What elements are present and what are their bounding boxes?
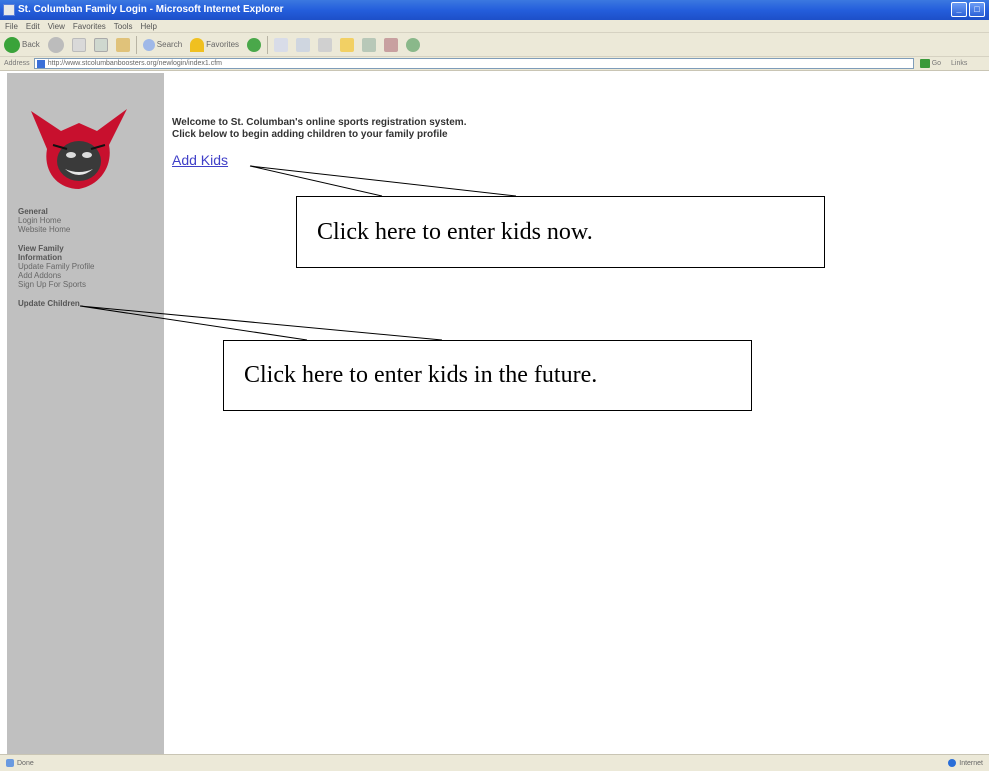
window-title: St. Columban Family Login - Microsoft In…: [18, 4, 284, 15]
address-bar: Address http://www.stcolumbanboosters.or…: [0, 57, 989, 71]
globe-icon: [948, 759, 957, 767]
page-done-icon: [6, 759, 14, 767]
status-text: Done: [17, 759, 34, 767]
history-icon: [274, 37, 289, 52]
menu-tools[interactable]: Tools: [114, 20, 133, 32]
address-label: Address: [4, 60, 30, 67]
print-button[interactable]: [316, 35, 334, 55]
home-button[interactable]: [114, 35, 132, 55]
forward-button[interactable]: [46, 35, 66, 55]
add-kids-link[interactable]: Add Kids: [172, 152, 228, 168]
maximize-button[interactable]: □: [969, 2, 985, 17]
security-zone: Internet: [948, 759, 983, 767]
menu-view[interactable]: View: [48, 20, 65, 32]
nav-add-addons[interactable]: Add Addons: [18, 271, 94, 280]
nav-heading-update-children[interactable]: Update Children: [18, 299, 94, 308]
star-icon: [190, 37, 205, 52]
nav-heading-family: View Family Information: [18, 244, 64, 262]
refresh-icon: [93, 37, 108, 52]
print-icon: [318, 37, 333, 52]
favorites-button[interactable]: Favorites: [188, 35, 241, 55]
refresh-button[interactable]: [92, 35, 110, 55]
back-arrow-icon: [4, 36, 20, 53]
sidebar-nav: General Login Home Website Home View Fam…: [18, 207, 94, 308]
sidebar: General Login Home Website Home View Fam…: [7, 73, 164, 754]
toolbar-separator: [267, 35, 269, 54]
stop-icon: [71, 37, 86, 52]
welcome-line-2: Click below to begin adding children to …: [172, 129, 448, 140]
nav-sign-up-for-sports[interactable]: Sign Up For Sports: [18, 280, 94, 289]
nav-update-family-profile[interactable]: Update Family Profile: [18, 262, 94, 271]
welcome-line-1: Welcome to St. Columban's online sports …: [172, 117, 467, 128]
mail-button[interactable]: [294, 35, 312, 55]
go-button[interactable]: Go: [919, 59, 942, 68]
folder-button[interactable]: [338, 35, 356, 55]
callout-future-text: Click here to enter kids in the future.: [244, 362, 598, 388]
callout-enter-kids-future: Click here to enter kids in the future.: [223, 340, 752, 411]
address-field[interactable]: http://www.stcolumbanboosters.org/newlog…: [33, 58, 914, 69]
menu-edit[interactable]: Edit: [26, 20, 40, 32]
media-button[interactable]: [245, 35, 263, 55]
status-bar: Done Internet: [0, 754, 989, 771]
menu-favorites[interactable]: Favorites: [73, 20, 106, 32]
search-label: Search: [156, 40, 183, 49]
back-label: Back: [22, 40, 40, 49]
nav-website-home[interactable]: Website Home: [18, 225, 94, 234]
discuss-icon: [384, 37, 399, 52]
mail-icon: [296, 37, 311, 52]
nav-heading-general: General: [18, 207, 48, 216]
standard-toolbar: Back Search Favorites: [0, 33, 989, 57]
links-label[interactable]: Links: [951, 60, 967, 67]
home-icon: [115, 37, 130, 52]
callout-enter-kids-now: Click here to enter kids now.: [296, 196, 825, 268]
status-left: Done: [6, 759, 34, 767]
callout-now-text: Click here to enter kids now.: [317, 218, 593, 245]
toolbar-separator: [135, 35, 137, 54]
history-button[interactable]: [272, 35, 290, 55]
welcome-message: Welcome to St. Columban's online sports …: [172, 117, 466, 141]
folder-icon: [340, 37, 355, 52]
edit-icon: [362, 37, 377, 52]
bobcat-logo: [31, 109, 127, 189]
media-icon: [247, 37, 262, 52]
go-arrow-icon: [919, 59, 930, 68]
window-controls: _ □: [951, 2, 985, 17]
page-favicon-icon: [36, 59, 45, 68]
edit-button[interactable]: [360, 35, 378, 55]
address-url: http://www.stcolumbanboosters.org/newlog…: [47, 60, 222, 67]
messenger-button[interactable]: [404, 35, 422, 55]
go-label: Go: [931, 60, 942, 67]
zone-label: Internet: [959, 759, 983, 767]
back-button[interactable]: Back: [2, 35, 42, 55]
search-icon: [142, 38, 155, 51]
stop-button[interactable]: [70, 35, 88, 55]
search-button[interactable]: Search: [141, 35, 184, 55]
menu-help[interactable]: Help: [140, 20, 156, 32]
messenger-icon: [406, 37, 421, 52]
nav-login-home[interactable]: Login Home: [18, 216, 94, 225]
minimize-button[interactable]: _: [951, 2, 967, 17]
menu-file[interactable]: File: [5, 20, 18, 32]
main-content: Welcome to St. Columban's online sports …: [164, 73, 989, 754]
window-titlebar: St. Columban Family Login - Microsoft In…: [0, 0, 989, 20]
menu-bar: File Edit View Favorites Tools Help: [0, 20, 989, 33]
forward-arrow-icon: [47, 36, 64, 53]
discuss-button[interactable]: [382, 35, 400, 55]
ie-icon: [3, 4, 15, 16]
favorites-label: Favorites: [206, 40, 240, 49]
